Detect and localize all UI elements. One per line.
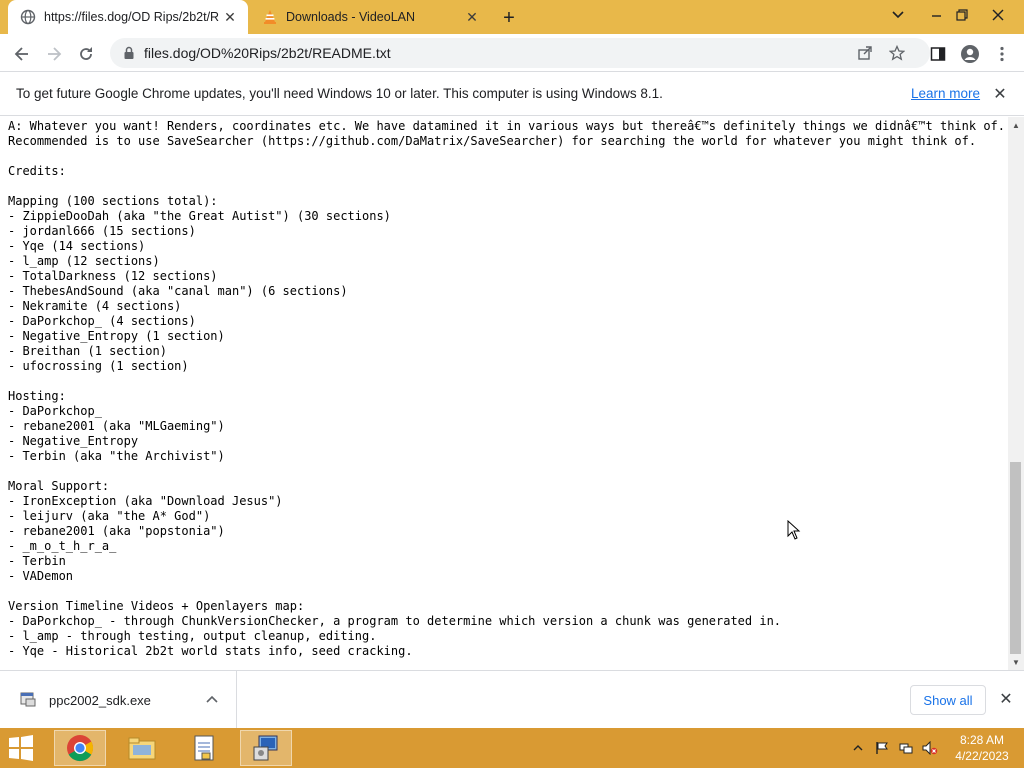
text-line: - Nekramite (4 sections)	[8, 299, 182, 313]
clock-date: 4/22/2023	[955, 749, 1009, 763]
download-bar-close-icon[interactable]: ✕	[996, 689, 1016, 709]
system-clock[interactable]: 8:28 AM 4/22/2023	[950, 732, 1014, 764]
tab-strip: https://files.dog/OD Rips/2b2t/R ✕ Downl…	[0, 0, 1024, 34]
text-line: Credits:	[8, 164, 66, 178]
volume-muted-icon[interactable]	[922, 740, 938, 756]
text-line: - VADemon	[8, 569, 74, 583]
close-window-button[interactable]	[982, 0, 1014, 30]
side-panel-icon[interactable]	[924, 40, 952, 68]
toolbar: files.dog/OD%20Rips/2b2t/README.txt	[0, 34, 1024, 72]
menu-kebab-icon[interactable]	[988, 40, 1016, 68]
tab-close-icon[interactable]: ✕	[220, 7, 240, 27]
url-text: files.dog/OD%20Rips/2b2t/README.txt	[144, 45, 391, 61]
text-line: - ThebesAndSound (aka "canal man") (6 se…	[8, 284, 348, 298]
download-filename: ppc2002_sdk.exe	[49, 693, 151, 708]
profile-avatar-icon[interactable]	[956, 40, 984, 68]
text-line: Moral Support:	[8, 479, 110, 493]
tab-readme[interactable]: https://files.dog/OD Rips/2b2t/R ✕	[8, 0, 248, 34]
installer-taskbar-icon[interactable]	[240, 730, 292, 766]
globe-icon	[20, 9, 36, 25]
show-all-button[interactable]: Show all	[910, 685, 986, 715]
tab-videolan[interactable]: Downloads - VideoLAN ✕	[250, 0, 490, 34]
text-document: A: Whatever you want! Renders, coordinat…	[0, 117, 1008, 670]
text-line: A: Whatever you want! Renders, coordinat…	[8, 119, 1005, 133]
text-line: - Terbin	[8, 554, 66, 568]
file-explorer-icon[interactable]	[116, 730, 168, 766]
bookmark-star-icon[interactable]	[888, 44, 906, 62]
text-line: - l_amp (12 sections)	[8, 254, 160, 268]
text-line: Version Timeline Videos + Openlayers map…	[8, 599, 305, 613]
reload-button[interactable]	[72, 40, 100, 68]
chevron-up-icon[interactable]	[204, 691, 220, 707]
text-line: - jordanl666 (15 sections)	[8, 224, 196, 238]
readme-text: A: Whatever you want! Renders, coordinat…	[8, 119, 1005, 659]
infobar-message: To get future Google Chrome updates, you…	[16, 86, 663, 101]
tab-close-icon[interactable]: ✕	[462, 7, 482, 27]
text-line: - _m_o_t_h_r_a_	[8, 539, 117, 553]
text-line: - Negative_Entropy (1 section)	[8, 329, 225, 343]
text-line: - Yqe - Historical 2b2t world stats info…	[8, 644, 413, 658]
notepad-taskbar-icon[interactable]	[178, 730, 230, 766]
text-line: - Negative_Entropy	[8, 434, 139, 448]
vlc-cone-icon	[262, 9, 278, 25]
text-line: Mapping (100 sections total):	[8, 194, 218, 208]
download-bar: ppc2002_sdk.exe Show all ✕	[0, 670, 1024, 728]
download-item[interactable]: ppc2002_sdk.exe	[0, 671, 237, 728]
action-center-flag-icon[interactable]	[874, 740, 890, 756]
text-line: - TotalDarkness (12 sections)	[8, 269, 218, 283]
forward-button[interactable]	[40, 40, 68, 68]
text-line: - l_amp - through testing, output cleanu…	[8, 629, 377, 643]
text-line: Hosting:	[8, 389, 66, 403]
new-tab-button[interactable]: +	[498, 7, 520, 29]
text-line: - Breithan (1 section)	[8, 344, 167, 358]
exe-file-icon	[20, 691, 36, 707]
scroll-up-arrow-icon[interactable]: ▲	[1011, 120, 1021, 130]
restore-button[interactable]	[946, 0, 978, 30]
text-line: - rebane2001 (aka "MLGaeming")	[8, 419, 225, 433]
tab-title: Downloads - VideoLAN	[286, 10, 416, 24]
windows-taskbar: 8:28 AM 4/22/2023	[0, 728, 1024, 768]
back-button[interactable]	[8, 40, 36, 68]
text-line: - Yqe (14 sections)	[8, 239, 146, 253]
text-line: - rebane2001 (aka "popstonia")	[8, 524, 225, 538]
scroll-down-arrow-icon[interactable]: ▼	[1011, 657, 1021, 667]
network-icon[interactable]	[898, 740, 914, 756]
scrollbar-thumb[interactable]	[1010, 462, 1021, 654]
tab-title: https://files.dog/OD Rips/2b2t/R	[44, 10, 220, 24]
text-line: - DaPorkchop_ - through ChunkVersionChec…	[8, 614, 782, 628]
mouse-pointer-icon	[787, 520, 801, 540]
text-line: - DaPorkchop_	[8, 404, 102, 418]
show-hidden-icons-chevron-icon[interactable]	[850, 740, 866, 756]
chrome-taskbar-icon[interactable]	[54, 730, 106, 766]
text-line: - ZippieDooDah (aka "the Great Autist") …	[8, 209, 391, 223]
text-line: - leijurv (aka "the A* God")	[8, 509, 211, 523]
text-line: - ufocrossing (1 section)	[8, 359, 189, 373]
vertical-scrollbar[interactable]: ▲ ▼	[1008, 117, 1024, 670]
tab-search-chevron-icon[interactable]	[882, 0, 914, 30]
address-bar[interactable]: files.dog/OD%20Rips/2b2t/README.txt	[110, 38, 930, 68]
learn-more-link[interactable]: Learn more	[911, 86, 980, 101]
clock-time: 8:28 AM	[959, 733, 1005, 747]
windows-start-icon[interactable]	[6, 734, 38, 764]
infobar-close-icon[interactable]: ✕	[990, 84, 1010, 104]
share-icon[interactable]	[856, 44, 874, 62]
text-line: - DaPorkchop_ (4 sections)	[8, 314, 196, 328]
lock-icon[interactable]	[122, 46, 136, 60]
text-line: - Terbin (aka "the Archivist")	[8, 449, 225, 463]
text-line: - IronException (aka "Download Jesus")	[8, 494, 283, 508]
update-infobar: To get future Google Chrome updates, you…	[0, 72, 1024, 116]
text-line: Recommended is to use SaveSearcher (http…	[8, 134, 977, 148]
